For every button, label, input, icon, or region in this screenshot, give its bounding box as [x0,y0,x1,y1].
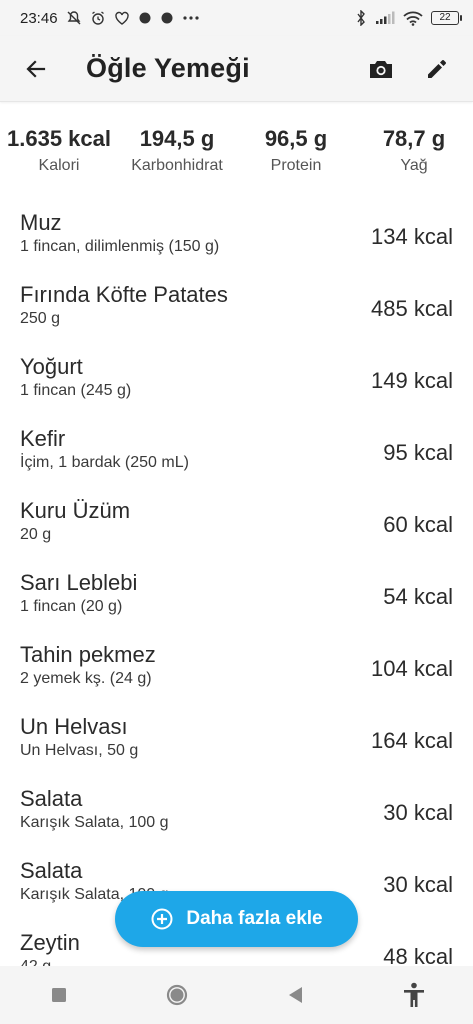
arrow-back-icon [26,59,46,78]
bluetooth-icon [357,10,365,26]
app-icon-2 [161,12,173,24]
signal-icon [376,11,395,24]
food-list: Muz 1 fincan, dilimlenmiş (150 g) 134 kc… [0,200,473,966]
add-more-label: Daha fazla ekle [186,908,323,929]
status-time: 23:46 [20,9,58,27]
app-icon [139,12,151,24]
food-name: Muz [20,210,62,235]
square-icon [52,988,67,1002]
food-calories: 60 kcal [383,512,453,537]
food-portion: 250 g [20,310,61,327]
camera-button[interactable] [355,43,407,95]
summary-value: 78,7 g [382,126,446,151]
app-bar-actions [355,43,463,95]
more-notifications-icon [182,16,199,20]
food-portion: Un Helvası, 50 g [20,742,139,759]
home-button[interactable] [149,971,205,1019]
nutrition-summary: 1.635 kcal Kalori 194,5 g Karbonhidrat 9… [0,126,473,184]
food-portion: 1 fincan (245 g) [20,382,132,399]
food-item[interactable]: Kuru Üzüm 20 g 60 kcal [0,490,473,562]
food-portion: 20 g [20,526,52,543]
status-bar: 23:46 22 [0,0,473,36]
food-name: Zeytin [20,930,80,955]
summary-calories: 1.635 kcal Kalori [0,126,118,175]
summary-label: Karbonhidrat [131,157,223,174]
app-bar: Öğle Yemeği [0,36,473,102]
food-item[interactable]: Salata Karışık Salata, 100 g 30 kcal [0,778,473,850]
food-calories: 95 kcal [383,440,453,465]
accessibility-button[interactable] [386,971,442,1019]
summary-fat: 78,7 g Yağ [368,126,460,175]
food-name: Kuru Üzüm [20,498,131,523]
page-title: Öğle Yemeği [86,53,250,83]
mute-icon [67,11,81,25]
food-name: Kefir [20,426,66,451]
circle-icon [167,984,188,1006]
food-portion: 1 fincan, dilimlenmiş (150 g) [20,238,220,255]
food-portion: 42 g [20,958,51,966]
summary-value: 194,5 g [139,126,215,151]
summary-value: 96,5 g [264,126,328,151]
food-calories: 149 kcal [371,368,453,393]
add-circle-icon [151,908,173,930]
food-item[interactable]: Un Helvası Un Helvası, 50 g 164 kcal [0,706,473,778]
summary-carbs: 194,5 g Karbonhidrat [120,126,234,175]
food-name: Sarı Leblebi [20,570,138,595]
food-portion: Karışık Salata, 100 g [20,814,169,831]
food-portion: İçim, 1 bardak (250 mL) [20,454,189,471]
triangle-back-icon [288,987,302,1003]
alarm-icon [91,11,104,25]
food-calories: 104 kcal [371,656,453,681]
food-calories: 30 kcal [383,800,453,825]
food-item[interactable]: Yoğurt 1 fincan (245 g) 149 kcal [0,346,473,418]
status-right: 22 [355,10,462,26]
food-item[interactable]: Kefir İçim, 1 bardak (250 mL) 95 kcal [0,418,473,490]
food-item[interactable]: Fırında Köfte Patates 250 g 485 kcal [0,274,473,346]
heart-icon [114,11,129,25]
system-nav-bar [0,966,473,1024]
summary-label: Kalori [38,157,80,174]
food-item[interactable]: Sarı Leblebi 1 fincan (20 g) 54 kcal [0,562,473,634]
summary-label: Protein [270,157,322,174]
summary-label: Yağ [400,157,428,174]
food-name: Salata [20,858,83,883]
back-nav-button[interactable] [268,971,324,1019]
food-portion: 1 fincan (20 g) [20,598,123,615]
food-item[interactable]: Tahin pekmez 2 yemek kş. (24 g) 104 kcal [0,634,473,706]
camera-icon [370,60,392,78]
add-more-button[interactable]: Daha fazla ekle [115,891,358,947]
notification-icons [66,10,200,26]
food-calories: 485 kcal [371,296,453,321]
battery-icon: 22 [431,11,462,25]
food-name: Salata [20,786,83,811]
edit-button[interactable] [411,43,463,95]
food-name: Un Helvası [20,714,128,739]
recents-button[interactable] [31,971,87,1019]
accessibility-icon [403,982,424,1007]
food-calories: 30 kcal [383,872,453,897]
food-name: Tahin pekmez [20,642,156,667]
food-portion: 2 yemek kş. (24 g) [20,670,152,687]
food-calories: 54 kcal [383,584,453,609]
food-name: Yoğurt [20,354,83,379]
back-button[interactable] [8,41,64,97]
pencil-icon [428,59,446,78]
food-name: Fırında Köfte Patates [20,282,228,307]
food-calories: 134 kcal [371,224,453,249]
summary-protein: 96,5 g Protein [246,126,346,175]
wifi-icon [403,11,423,26]
summary-value: 1.635 kcal [7,126,111,151]
food-calories: 164 kcal [371,728,453,753]
food-calories: 48 kcal [383,944,453,966]
food-item[interactable]: Muz 1 fincan, dilimlenmiş (150 g) 134 kc… [0,202,473,274]
